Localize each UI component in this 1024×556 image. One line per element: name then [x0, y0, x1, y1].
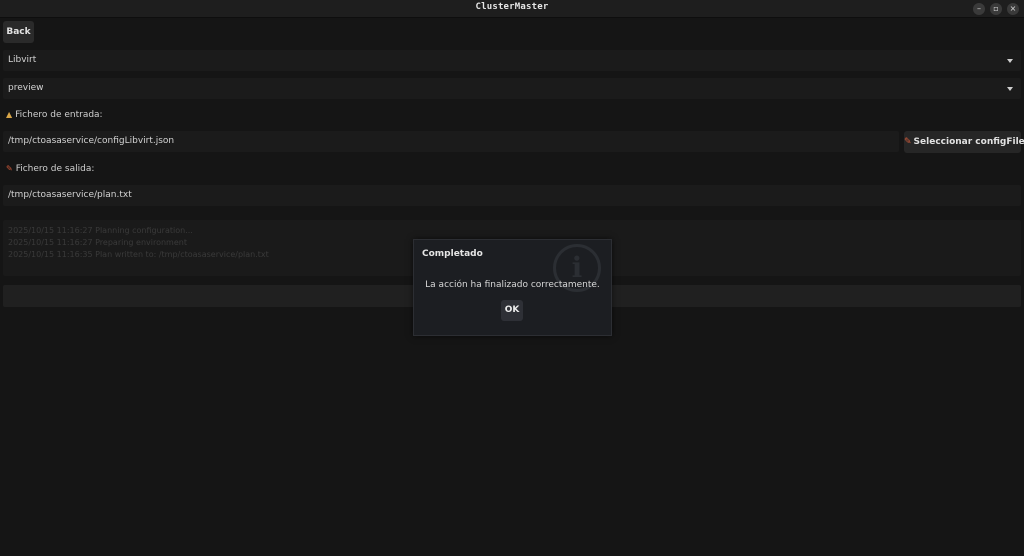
log-line: 2025/10/15 11:16:27 Preparing environmen… — [8, 238, 187, 247]
minimize-button[interactable]: – — [973, 3, 985, 15]
log-line: 2025/10/15 11:16:35 Plan written to: /tm… — [8, 250, 269, 259]
completion-dialog: i Completado La acción ha finalizado cor… — [413, 239, 612, 336]
title-bar: ClusterMaster – ▫ × — [0, 0, 1024, 18]
input-file-path: /tmp/ctoasaservice/configLibvirt.json — [8, 136, 175, 146]
dialog-message: La acción ha finalizado correctamente. — [425, 280, 600, 290]
ok-button[interactable]: OK — [501, 300, 523, 321]
pencil-icon: ✎ — [904, 137, 912, 147]
maximize-button[interactable]: ▫ — [990, 3, 1002, 15]
chevron-down-icon — [1007, 59, 1013, 63]
output-file-label: ✎ Fichero de salida: — [6, 164, 94, 174]
input-file-label-text: Fichero de entrada: — [15, 110, 103, 120]
provider-select[interactable]: Libvirt — [3, 50, 1021, 71]
mode-select[interactable]: preview — [3, 78, 1021, 99]
output-file-label-text: Fichero de salida: — [15, 164, 95, 174]
select-config-file-label: Seleccionar configFile — [913, 137, 1024, 147]
dialog-title: Completado — [422, 249, 483, 259]
chevron-down-icon — [1007, 87, 1013, 91]
back-button[interactable]: Back — [3, 21, 34, 43]
close-button[interactable]: × — [1007, 3, 1019, 15]
provider-select-value: Libvirt — [8, 55, 37, 65]
pencil-icon: ✎ — [6, 164, 13, 173]
download-icon: ▲ — [6, 110, 13, 119]
input-file-field[interactable]: /tmp/ctoasaservice/configLibvirt.json — [3, 131, 899, 152]
window-title: ClusterMaster — [475, 2, 549, 12]
output-file-field[interactable]: /tmp/ctoasaservice/plan.txt — [3, 185, 1021, 206]
output-file-path: /tmp/ctoasaservice/plan.txt — [8, 190, 132, 200]
select-config-file-button[interactable]: ✎ Seleccionar configFile — [904, 131, 1024, 153]
log-line: 2025/10/15 11:16:27 Planning configurati… — [8, 226, 193, 235]
mode-select-value: preview — [8, 83, 44, 93]
input-file-label: ▲ Fichero de entrada: — [6, 110, 103, 120]
